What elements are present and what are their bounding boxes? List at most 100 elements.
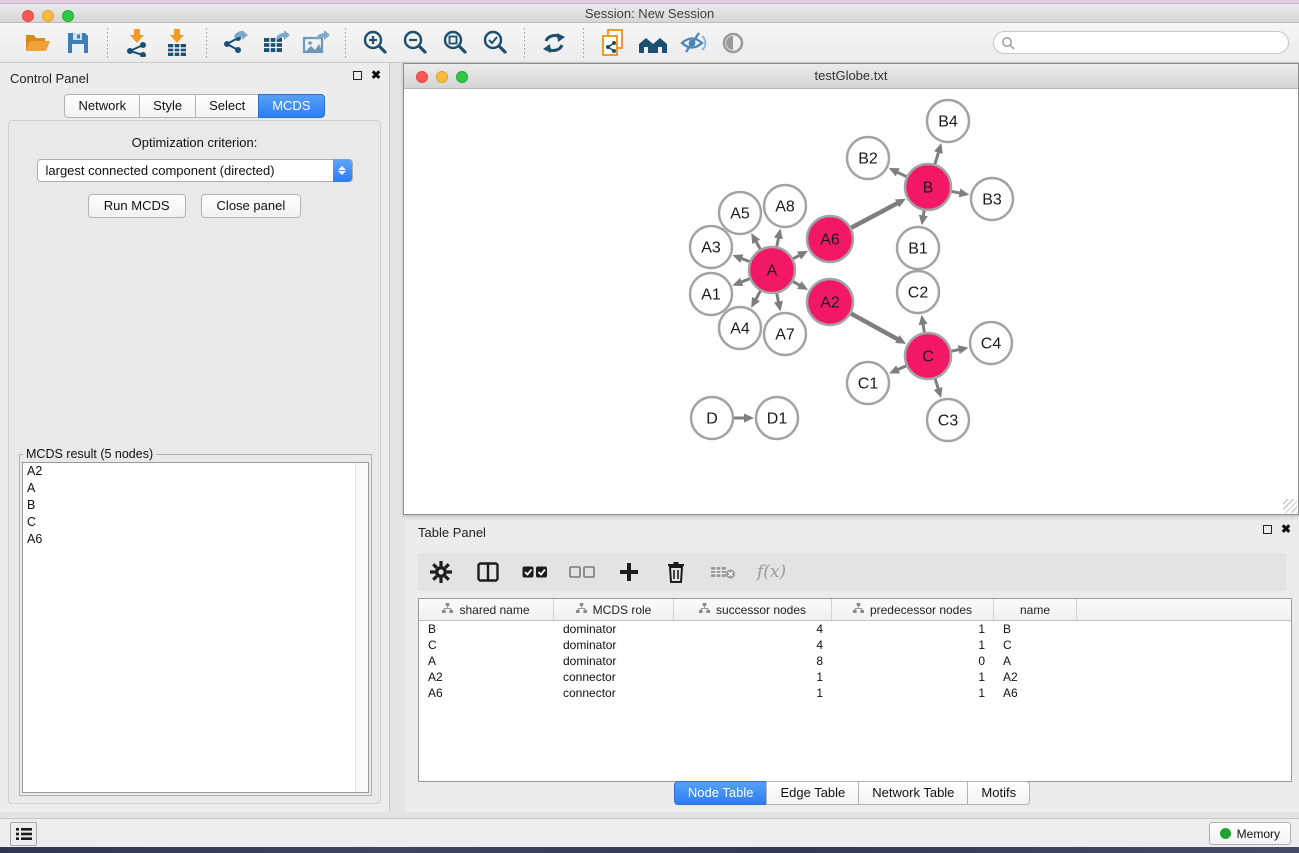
zoom-fit-icon[interactable] xyxy=(438,28,472,58)
columns-icon[interactable] xyxy=(475,559,501,585)
edge-A-A1[interactable] xyxy=(741,279,750,282)
tab-network[interactable]: Network xyxy=(64,94,140,118)
node-A2[interactable]: A2 xyxy=(807,279,853,325)
zoom-selected-icon[interactable] xyxy=(478,28,512,58)
edge-C-C4[interactable] xyxy=(952,349,960,351)
tab-node-table[interactable]: Node Table xyxy=(674,781,768,805)
edge-A-A4[interactable] xyxy=(755,291,760,300)
mcds-result-item[interactable]: C xyxy=(23,514,368,531)
node-C2[interactable]: C2 xyxy=(897,271,939,313)
table-row[interactable]: Bdominator41B xyxy=(419,621,1291,637)
node-A4[interactable]: A4 xyxy=(719,307,761,349)
search-input[interactable] xyxy=(1015,36,1288,50)
gear-icon[interactable] xyxy=(428,559,454,585)
edge-A-A6[interactable] xyxy=(793,255,800,259)
node-A1[interactable]: A1 xyxy=(690,273,732,315)
edge-B-B3[interactable] xyxy=(952,191,961,193)
memory-button[interactable]: Memory xyxy=(1209,822,1291,845)
node-A5[interactable]: A5 xyxy=(719,192,761,234)
run-mcds-button[interactable]: Run MCDS xyxy=(88,194,186,218)
column-header-shared-name[interactable]: shared name xyxy=(419,599,554,620)
table-row[interactable]: A6connector11A6 xyxy=(419,685,1291,701)
node-A7[interactable]: A7 xyxy=(764,313,806,355)
node-C4[interactable]: C4 xyxy=(970,322,1012,364)
add-column-icon[interactable] xyxy=(616,559,642,585)
deselect-all-icon[interactable] xyxy=(569,559,595,585)
task-history-button[interactable] xyxy=(10,822,37,846)
delete-table-icon[interactable] xyxy=(710,559,736,585)
scrollbar-track[interactable] xyxy=(355,463,368,792)
float-panel-icon[interactable] xyxy=(353,71,362,80)
node-C1[interactable]: C1 xyxy=(847,362,889,404)
home-icon[interactable] xyxy=(636,28,670,58)
mcds-result-item[interactable]: B xyxy=(23,497,368,514)
criterion-select[interactable]: largest connected component (directed) xyxy=(37,159,353,182)
node-A8[interactable]: A8 xyxy=(764,185,806,227)
edge-A-A7[interactable] xyxy=(777,294,779,303)
export-network-icon[interactable] xyxy=(219,28,253,58)
edge-C-C2[interactable] xyxy=(923,324,924,333)
show-panels-icon[interactable] xyxy=(716,28,750,58)
network-window-titlebar[interactable]: testGlobe.txt xyxy=(404,64,1298,89)
column-header-predecessor-nodes[interactable]: predecessor nodes xyxy=(832,599,994,620)
mcds-result-item[interactable]: A6 xyxy=(23,531,368,548)
node-A[interactable]: A xyxy=(749,247,795,293)
tab-style[interactable]: Style xyxy=(139,94,196,118)
table-row[interactable]: Cdominator41C xyxy=(419,637,1291,653)
clone-network-icon[interactable] xyxy=(596,28,630,58)
node-A3[interactable]: A3 xyxy=(690,226,732,268)
resize-grip[interactable] xyxy=(1283,499,1297,513)
edge-C-C1[interactable] xyxy=(897,366,906,370)
import-table-icon[interactable] xyxy=(160,28,194,58)
node-C[interactable]: C xyxy=(905,333,951,379)
close-table-panel-icon[interactable]: ✖ xyxy=(1281,525,1291,534)
zoom-in-icon[interactable] xyxy=(358,28,392,58)
node-table[interactable]: shared nameMCDS rolesuccessor nodesprede… xyxy=(418,598,1292,782)
table-row[interactable]: Adominator80A xyxy=(419,653,1291,669)
mcds-result-list[interactable]: A2ABCA6 xyxy=(22,462,369,793)
node-B3[interactable]: B3 xyxy=(971,178,1013,220)
edge-C-C3[interactable] xyxy=(935,379,938,390)
node-C3[interactable]: C3 xyxy=(927,399,969,441)
column-header-MCDS-role[interactable]: MCDS role xyxy=(554,599,674,620)
edge-B-B2[interactable] xyxy=(897,172,907,177)
edge-A-A8[interactable] xyxy=(777,237,779,246)
refresh-icon[interactable] xyxy=(537,28,571,58)
zoom-out-icon[interactable] xyxy=(398,28,432,58)
edge-B-B4[interactable] xyxy=(935,152,939,164)
edge-A-A3[interactable] xyxy=(741,258,750,261)
node-D[interactable]: D xyxy=(691,397,733,439)
delete-icon[interactable] xyxy=(663,559,689,585)
select-all-icon[interactable] xyxy=(522,559,548,585)
table-row[interactable]: A2connector11A2 xyxy=(419,669,1291,685)
column-header-name[interactable]: name xyxy=(994,599,1077,620)
function-icon[interactable]: f(x) xyxy=(757,562,786,582)
open-session-icon[interactable] xyxy=(21,28,55,58)
close-panel-icon[interactable]: ✖ xyxy=(371,71,381,80)
node-B2[interactable]: B2 xyxy=(847,137,889,179)
edge-A2-C[interactable] xyxy=(851,314,898,340)
node-B1[interactable]: B1 xyxy=(897,227,939,269)
import-network-icon[interactable] xyxy=(120,28,154,58)
tab-select[interactable]: Select xyxy=(195,94,259,118)
search-field[interactable] xyxy=(993,31,1289,54)
mcds-result-item[interactable]: A2 xyxy=(23,463,368,480)
tab-mcds[interactable]: MCDS xyxy=(258,94,324,118)
edge-A-A5[interactable] xyxy=(756,241,761,249)
node-B4[interactable]: B4 xyxy=(927,100,969,142)
save-session-icon[interactable] xyxy=(61,28,95,58)
node-B[interactable]: B xyxy=(905,164,951,210)
mcds-result-item[interactable]: A xyxy=(23,480,368,497)
close-panel-button[interactable]: Close panel xyxy=(201,194,302,218)
node-A6[interactable]: A6 xyxy=(807,216,853,262)
network-canvas[interactable]: B4 B2 B B3 B1 A5A8A6 A3 A A1 A2 C2 A4A7 C C4 C1 C3 D D1 xyxy=(404,89,1298,514)
export-table-icon[interactable] xyxy=(259,28,293,58)
edge-A6-B[interactable] xyxy=(851,203,898,228)
float-table-panel-icon[interactable] xyxy=(1263,525,1272,534)
node-D1[interactable]: D1 xyxy=(756,397,798,439)
edge-A-A2[interactable] xyxy=(793,282,800,286)
tab-motifs[interactable]: Motifs xyxy=(967,781,1030,805)
column-header-successor-nodes[interactable]: successor nodes xyxy=(674,599,832,620)
export-image-icon[interactable] xyxy=(299,28,333,58)
hide-panels-icon[interactable] xyxy=(676,28,710,58)
